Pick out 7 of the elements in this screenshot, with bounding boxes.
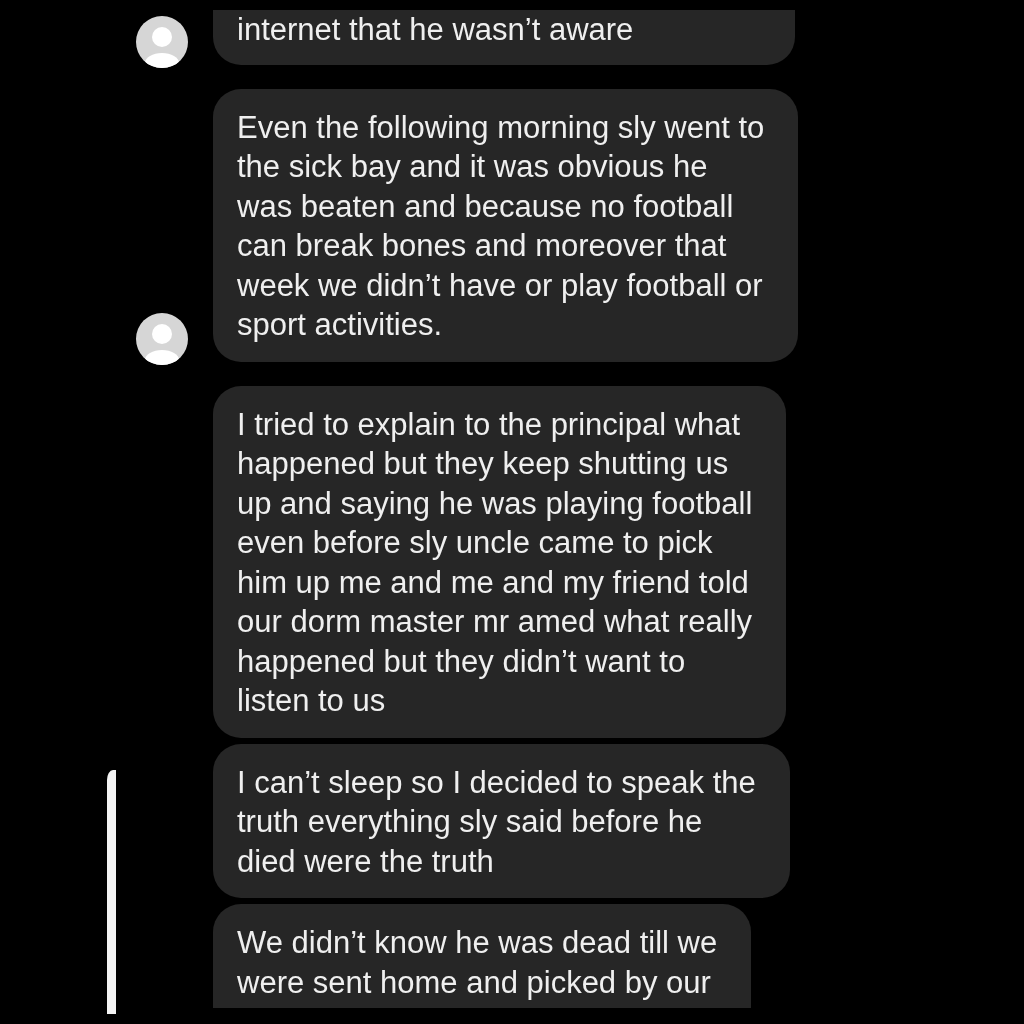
message-bubble: Even the following morning sly went to the sick bay and it was obvious he was beaten and because no football can break bones and moreover that week we didn’t have or play football or sport activities. [213, 88, 799, 362]
avatar-icon[interactable] [136, 312, 188, 365]
message-bubble: I tried to explain to the principal what happened but they keep shutting us up and saying he was playing football even before sly uncle came to pick him up me and me and my friend told our dorm master mr amed what really happened but they didn’t want to listen to us [213, 385, 787, 738]
message-bubble: internet that he wasn’t aware [213, 10, 795, 65]
message-bubble: We didn’t know he was dead till we were sent home and picked by our [213, 904, 752, 1008]
avatar-icon[interactable] [136, 15, 188, 68]
message-bubble: I can’t sleep so I decided to speak the truth everything sly said before he died were the truth [213, 743, 790, 898]
